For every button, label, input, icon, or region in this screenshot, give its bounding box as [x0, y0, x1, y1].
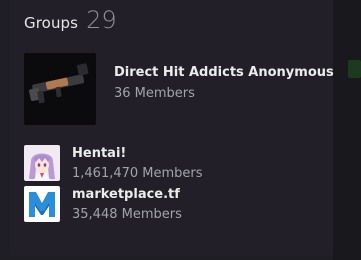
- rocket-launcher-icon[interactable]: [24, 53, 96, 125]
- group-item-marketplace-tf[interactable]: marketplace.tf 35,448 Members: [24, 186, 284, 222]
- featured-group-direct-hit-addicts[interactable]: Direct Hit Addicts Anonymous 36 Members: [24, 53, 334, 125]
- groups-count[interactable]: 29: [86, 5, 117, 35]
- background-decoration: [348, 60, 361, 78]
- marketplace-m-logo-icon[interactable]: [24, 186, 60, 222]
- group-name[interactable]: Hentai!: [72, 146, 126, 161]
- groups-header[interactable]: Groups 29: [24, 5, 117, 35]
- group-member-count: 1,461,470 Members: [72, 166, 203, 181]
- page-scroll-gutter: [333, 0, 361, 260]
- profile-side-column: Groups 29 Direct Hit Addicts Anonymous 3…: [0, 0, 361, 260]
- group-name[interactable]: marketplace.tf: [72, 187, 180, 202]
- anime-avatar-icon[interactable]: [24, 145, 60, 181]
- group-member-count: 35,448 Members: [72, 207, 182, 222]
- groups-title[interactable]: Groups: [24, 14, 78, 32]
- group-member-count: 36 Members: [114, 86, 195, 101]
- group-item-hentai[interactable]: Hentai! 1,461,470 Members: [24, 145, 284, 181]
- group-name[interactable]: Direct Hit Addicts Anonymous: [114, 65, 334, 80]
